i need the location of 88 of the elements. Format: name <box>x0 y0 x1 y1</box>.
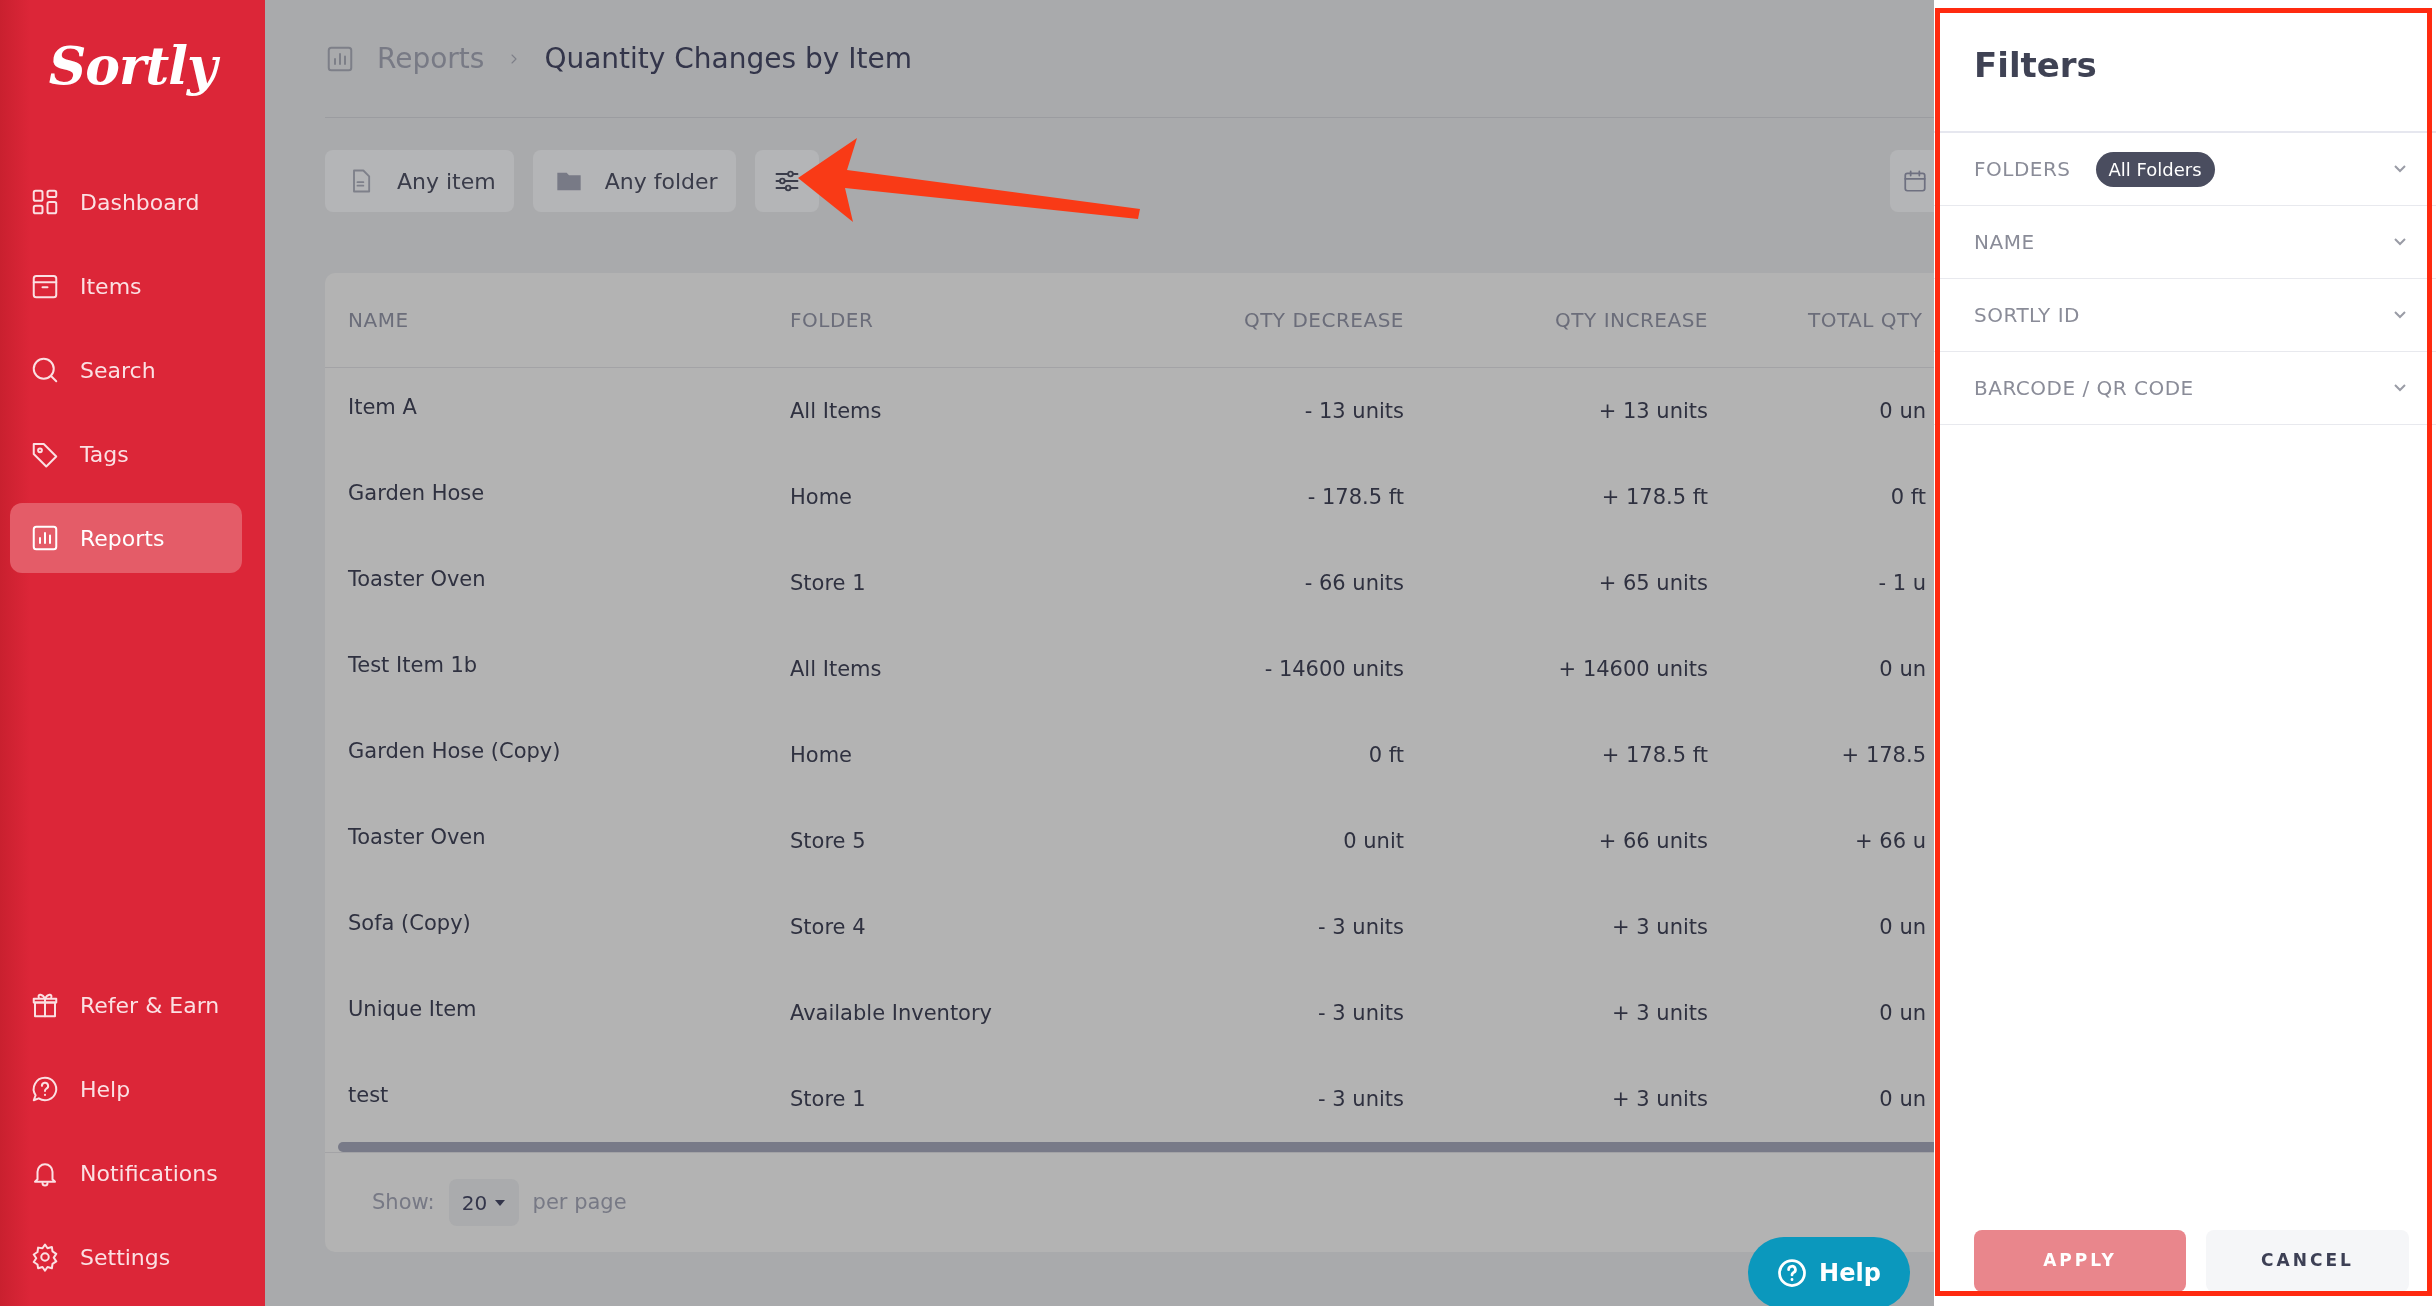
nav-item[interactable]: Reports <box>10 503 242 573</box>
chevron-down-icon <box>2392 382 2408 394</box>
column-header: FOLDER <box>790 307 875 334</box>
nav-item[interactable]: Items <box>10 251 242 321</box>
table-cell-text: + 178.5 ft <box>1600 484 1708 511</box>
help-icon <box>30 1074 60 1104</box>
table-cell-text: Available Inventory <box>790 1000 994 1027</box>
dashboard-icon <box>30 187 60 217</box>
filter-section[interactable]: NAME <box>1934 206 2436 279</box>
table-cell-text: 0 un <box>1878 1000 1926 1027</box>
table-cell-text: - 178.5 ft <box>1306 484 1404 511</box>
table-cell-text: - 3 units <box>1317 1086 1404 1113</box>
nav-item[interactable]: Dashboard <box>10 167 242 237</box>
table-cell-text: 0 ft <box>1889 484 1926 511</box>
table-cell-text: Store 5 <box>790 828 867 855</box>
settings-icon <box>30 1242 60 1272</box>
filter-dropdown[interactable]: Any folder <box>532 150 736 212</box>
filter-section[interactable]: BARCODE / QR CODE <box>1934 352 2436 425</box>
table-cell-text: Unique Item <box>348 996 478 1023</box>
table-cell-text: test <box>348 1082 390 1109</box>
panel-title: Filters <box>1934 0 2436 133</box>
column-header: QTY DECREASE <box>1242 307 1404 334</box>
nav-item[interactable]: Settings <box>10 1222 242 1292</box>
filter-section[interactable]: SORTLY ID <box>1934 279 2436 352</box>
table-cell-text: + 3 units <box>1611 1086 1708 1113</box>
table-cell-text: - 3 units <box>1317 914 1404 941</box>
table-cell-text: Store 1 <box>790 1086 867 1113</box>
nav-item[interactable]: Help <box>10 1054 242 1124</box>
table-cell-text: Item A <box>348 394 418 421</box>
nav-item[interactable]: Search <box>10 335 242 405</box>
column-header: TOTAL QTY <box>1807 307 1924 334</box>
table-cell-text: - 1 u <box>1877 570 1926 597</box>
table-cell-text: - 14600 units <box>1263 656 1404 683</box>
filter-dropdown[interactable]: Any item <box>325 150 514 212</box>
page-size-select[interactable]: 20 <box>448 1179 519 1226</box>
chevron-down-icon <box>2392 309 2408 321</box>
calendar-icon <box>1902 168 1928 194</box>
table-cell-text: 0 ft <box>1367 742 1404 769</box>
table-cell-text: 0 un <box>1878 914 1926 941</box>
table-cell-text: - 3 units <box>1317 1000 1404 1027</box>
table-cell-text: Toaster Oven <box>348 566 487 593</box>
table-cell-text: + 14600 units <box>1557 656 1708 683</box>
table-cell-text: Sofa (Copy) <box>348 910 472 937</box>
table-cell-text: Garden Hose <box>348 480 486 507</box>
table-cell-text: Toaster Oven <box>348 824 487 851</box>
per-page-label: per page <box>532 1188 627 1216</box>
nav-item[interactable]: Refer & Earn <box>10 970 242 1040</box>
column-header: NAME <box>348 307 410 334</box>
table-cell-text: - 13 units <box>1303 398 1404 425</box>
table-cell-text: + 65 units <box>1597 570 1708 597</box>
table-cell-text: All Items <box>790 398 883 425</box>
table-cell-text: Garden Hose (Copy) <box>348 738 562 765</box>
cancel-button[interactable]: CANCEL <box>2206 1230 2409 1292</box>
table-cell-text: 0 unit <box>1342 828 1404 855</box>
table-cell-text: Test Item 1b <box>348 652 479 679</box>
table-cell-text: + 178.5 <box>1840 742 1926 769</box>
table-cell-text: + 66 u <box>1854 828 1926 855</box>
table-cell-text: Store 1 <box>790 570 867 597</box>
help-button[interactable]: Help <box>1748 1237 1910 1306</box>
show-label: Show: <box>372 1188 435 1216</box>
caret-icon <box>495 1199 506 1206</box>
table-cell-text: + 13 units <box>1597 398 1708 425</box>
table-cell-text: 0 un <box>1878 398 1926 425</box>
bar-chart-icon <box>30 523 60 553</box>
table-cell-text: + 66 units <box>1597 828 1708 855</box>
page-title: Quantity Changes by Item <box>544 40 912 77</box>
search-icon <box>30 355 60 385</box>
table-cell-text: Home <box>790 742 853 769</box>
table-cell-text: - 66 units <box>1303 570 1404 597</box>
chevron-down-icon <box>2392 163 2408 175</box>
nav-item[interactable]: Notifications <box>10 1138 242 1208</box>
scrollbar[interactable] <box>338 1142 1934 1152</box>
table-cell-text: + 3 units <box>1611 914 1708 941</box>
filter-section[interactable]: FOLDERS All Folders <box>1934 133 2436 206</box>
filter-button[interactable] <box>754 150 819 212</box>
table-cell-text: 0 un <box>1878 656 1926 683</box>
table-cell-text: Home <box>790 484 853 511</box>
table-cell-text: + 178.5 ft <box>1600 742 1708 769</box>
table-cell-text: Store 4 <box>790 914 867 941</box>
date-button[interactable] <box>1890 150 1934 212</box>
table-cell-text: 0 un <box>1878 1086 1926 1113</box>
nav-item[interactable]: Tags <box>10 419 242 489</box>
chevron-down-icon <box>2392 236 2408 248</box>
table-cell-text: + 3 units <box>1611 1000 1708 1027</box>
column-header: QTY INCREASE <box>1554 307 1708 334</box>
folder-chip: All Folders <box>2095 151 2215 187</box>
table-cell-text: All Items <box>790 656 883 683</box>
question-icon <box>1777 1258 1808 1288</box>
